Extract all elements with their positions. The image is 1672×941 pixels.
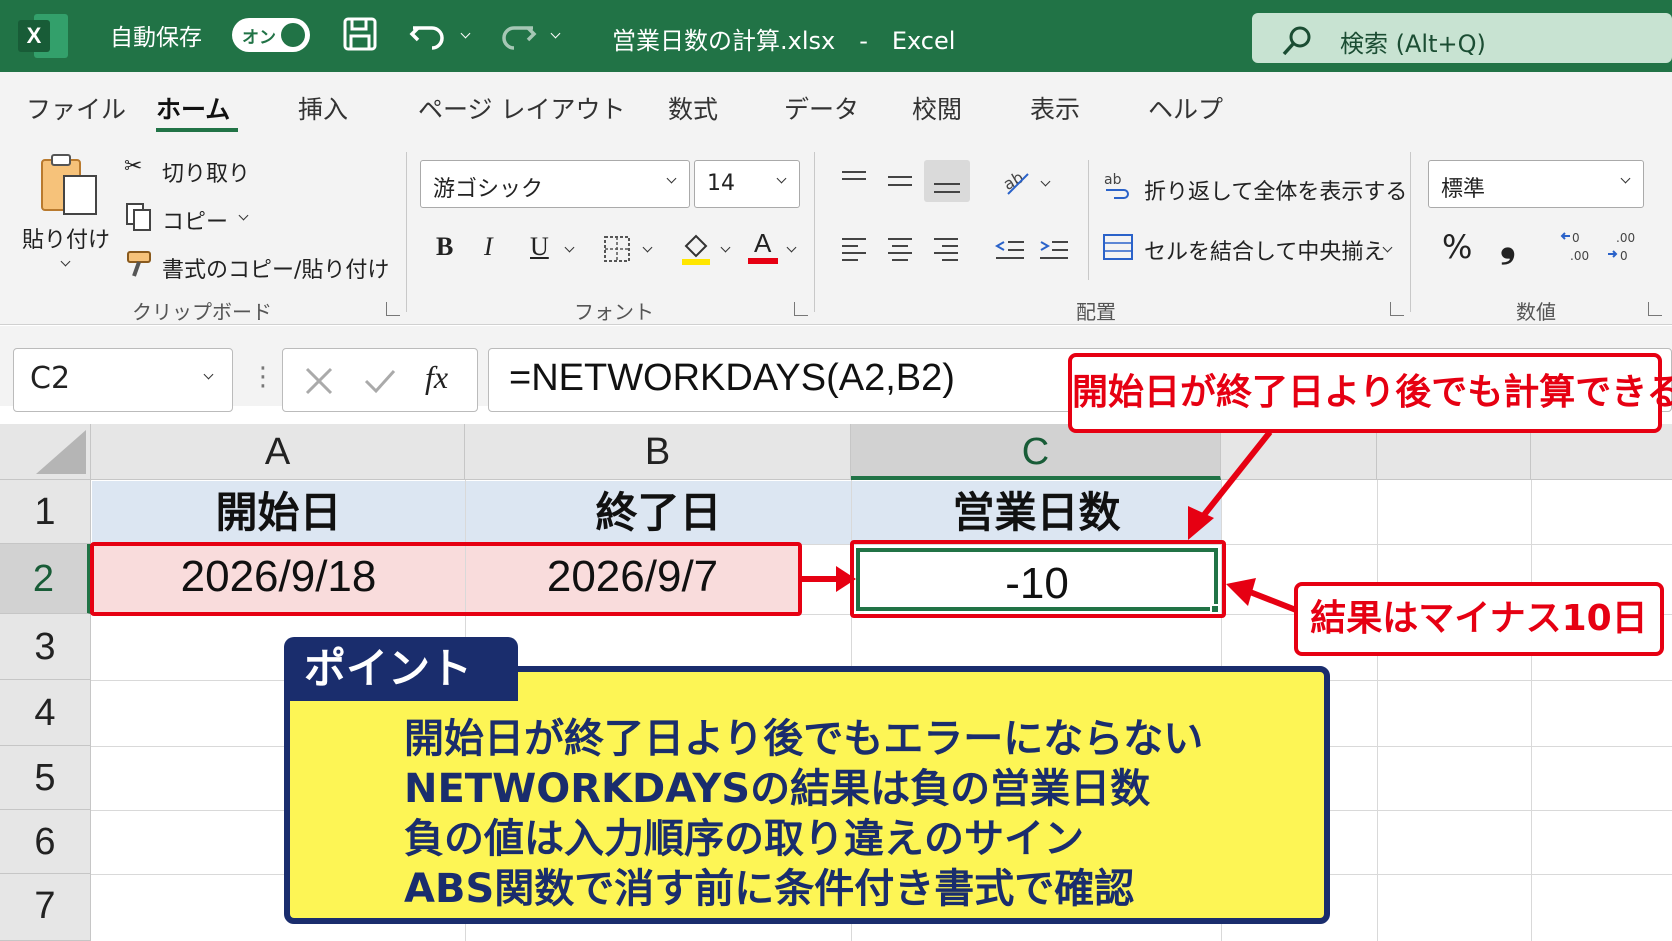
arrow-from-right-callout bbox=[1248, 589, 1298, 613]
arrow-head bbox=[836, 566, 856, 592]
arrow-from-top-callout bbox=[1197, 430, 1273, 522]
point-panel-title: ポイント bbox=[284, 637, 518, 701]
arrow-head bbox=[1226, 578, 1256, 606]
point-line-4: ABS関数で消す前に条件付き書式で確認 bbox=[404, 866, 1135, 912]
callout-right: 結果はマイナス10日 bbox=[1294, 582, 1664, 656]
callout-top: 開始日が終了日より後でも計算できる bbox=[1068, 353, 1672, 433]
